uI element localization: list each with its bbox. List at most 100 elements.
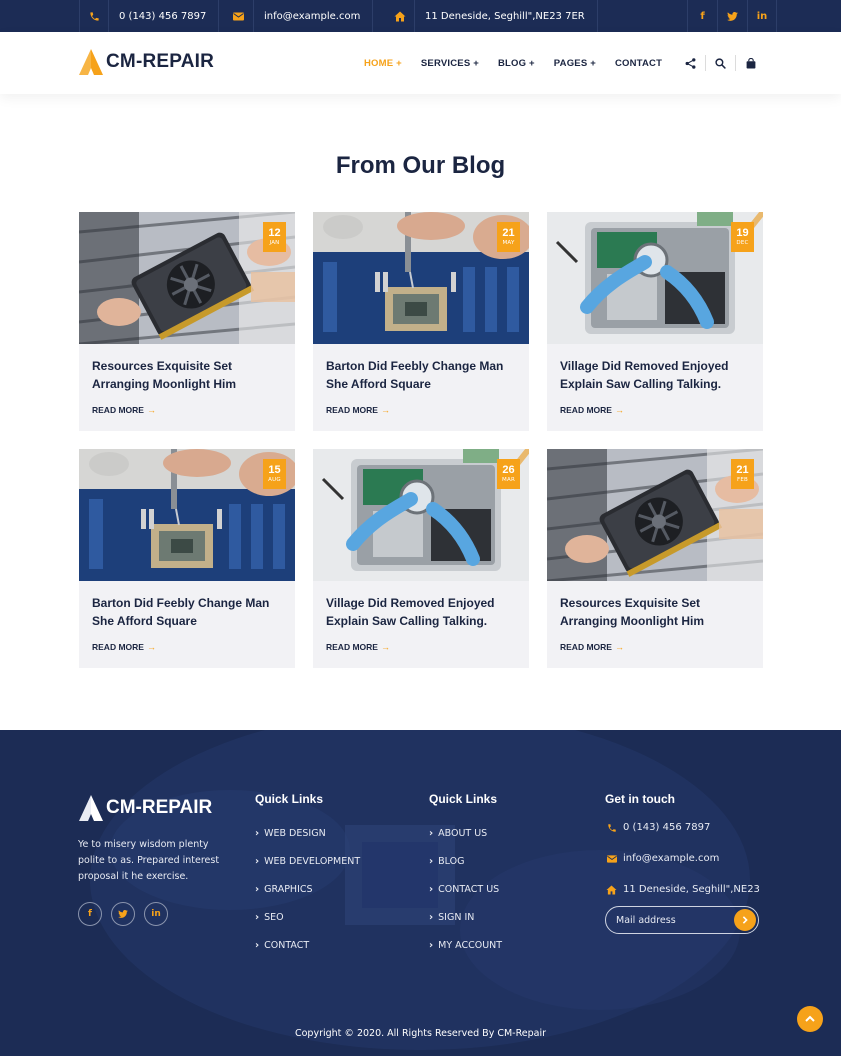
read-more-label: READ MORE [326,405,378,415]
nav-services[interactable]: SERVICES + [421,58,479,69]
nav-contact[interactable]: CONTACT [615,58,662,69]
read-more-label: READ MORE [92,405,144,415]
footer-link-label: CONTACT [264,939,310,951]
footer-link-label: SIGN IN [438,911,475,923]
share-icon[interactable] [675,55,705,71]
footer-link-label: BLOG [438,855,465,867]
footer-link-about-us[interactable]: › ABOUT US [429,819,502,847]
nav-home[interactable]: HOME + [364,58,402,69]
linkedin-icon[interactable]: in [144,902,168,926]
chevron-right-icon: › [429,855,434,867]
newsletter-email-input[interactable]: Mail address [605,906,759,934]
read-more-label: READ MORE [560,642,612,652]
footer-column-heading: Get in touch [605,792,675,806]
read-more-link[interactable]: READ MORE → [92,642,156,652]
header-actions [675,32,765,94]
footer-phone-text: 0 (143) 456 7897 [623,822,711,833]
blog-card[interactable]: 15 AUG Barton Did Feebly Change Man She A… [79,449,295,668]
footer-link-blog[interactable]: › BLOG [429,847,502,875]
blog-card-title[interactable]: Resources Exquisite Set Arranging Moonli… [92,357,288,393]
blog-card-title[interactable]: Village Did Removed Enjoyed Explain Saw … [560,357,756,393]
footer-link-label: MY ACCOUNT [438,939,503,951]
arrow-right-icon: → [614,642,624,652]
footer-email[interactable]: info@example.com [605,843,760,874]
envelope-icon [224,0,254,32]
footer-phone[interactable]: 0 (143) 456 7897 [605,812,760,843]
twitter-icon[interactable] [111,902,135,926]
date-badge: 21 FEB [731,459,754,489]
date-month: DEC [736,240,749,246]
nav-blog[interactable]: BLOG + [498,58,535,69]
arrow-right-icon: → [146,642,156,652]
site-footer: CM-REPAIR Ye to misery wisdom plenty pol… [0,730,841,1056]
newsletter-submit-button[interactable] [734,909,756,931]
nav-pages[interactable]: PAGES + [554,58,596,69]
footer-link-sign-in[interactable]: › SIGN IN [429,903,502,931]
top-bar: 0 (143) 456 7897 info@example.com 11 Den… [0,0,841,32]
footer-link-label: CONTACT US [438,883,500,895]
footer-link-label: WEB DESIGN [264,827,326,839]
arrow-right-icon: → [380,405,390,415]
site-logo[interactable]: CM-REPAIR [78,48,214,76]
date-day: 12 [268,227,281,239]
footer-contact: Get in touch 0 (143) 456 7897 info@examp… [605,792,760,905]
date-day: 15 [268,464,281,476]
topbar-email[interactable]: info@example.com [224,0,374,32]
facebook-icon[interactable]: f [78,902,102,926]
blog-card-title[interactable]: Village Did Removed Enjoyed Explain Saw … [326,594,522,630]
date-badge: 19 DEC [731,222,754,252]
shopping-bag-icon[interactable] [735,55,765,71]
logo-triangle-icon [79,795,103,821]
footer-logo-text: CM-REPAIR [106,797,213,818]
logo-triangle-icon [79,49,103,75]
blog-card[interactable]: 12 JAN Resources Exquisite Set Arranging … [79,212,295,431]
date-badge: 21 MAY [497,222,520,252]
read-more-link[interactable]: READ MORE → [92,405,156,415]
footer-social: f in [78,902,177,926]
main-nav: HOME + SERVICES + BLOG + PAGES + CONTACT [364,32,681,94]
footer-quick-links-1: Quick Links › WEB DESIGN › WEB DEVELOPMENT… [255,792,360,959]
search-icon[interactable] [705,55,735,71]
newsletter-placeholder: Mail address [616,914,676,926]
scroll-to-top-button[interactable] [797,1006,823,1032]
footer-link-graphics[interactable]: › GRAPHICS [255,875,360,903]
date-month: FEB [736,477,748,483]
blog-card[interactable]: 21 MAY Barton Did Feebly Change Man She A… [313,212,529,431]
blog-card[interactable]: 21 FEB Resources Exquisite Set Arranging … [547,449,763,668]
blog-card[interactable]: 19 DEC Village Did Removed Enjoyed Explai… [547,212,763,431]
copyright-text: Copyright © 2020. All Rights Reserved By… [294,1028,547,1039]
linkedin-icon[interactable]: in [747,0,777,32]
read-more-link[interactable]: READ MORE → [326,642,390,652]
date-day: 26 [502,464,515,476]
footer-link-web-design[interactable]: › WEB DESIGN [255,819,360,847]
chevron-right-icon: › [255,855,260,867]
footer-link-contact[interactable]: › CONTACT [255,931,360,959]
footer-link-seo[interactable]: › SEO [255,903,360,931]
chevron-right-icon: › [429,911,434,923]
footer-address-text: 11 Deneside, Seghill",NE23 [623,884,760,895]
footer-link-contact-us[interactable]: › CONTACT US [429,875,502,903]
footer-link-web-development[interactable]: › WEB DEVELOPMENT [255,847,360,875]
blog-card-title[interactable]: Barton Did Feebly Change Man She Afford … [326,357,522,393]
footer-column-heading: Quick Links [255,792,324,806]
home-icon [605,884,618,895]
footer-email-text: info@example.com [623,853,720,864]
twitter-icon[interactable] [717,0,747,32]
read-more-link[interactable]: READ MORE → [560,405,624,415]
footer-link-my-account[interactable]: › MY ACCOUNT [429,931,502,959]
arrow-right-icon: → [146,405,156,415]
chevron-right-icon: › [429,883,434,895]
home-icon [385,0,415,32]
date-month: JAN [269,240,280,246]
blog-section-title: From Our Blog [335,152,506,179]
blog-card-title[interactable]: Resources Exquisite Set Arranging Moonli… [560,594,756,630]
date-badge: 12 JAN [263,222,286,252]
footer-column-heading: Quick Links [429,792,498,806]
footer-logo[interactable]: CM-REPAIR [78,794,212,822]
read-more-link[interactable]: READ MORE → [326,405,390,415]
blog-card[interactable]: 26 MAR Village Did Removed Enjoyed Explai… [313,449,529,668]
blog-card-title[interactable]: Barton Did Feebly Change Man She Afford … [92,594,288,630]
topbar-phone[interactable]: 0 (143) 456 7897 [79,0,220,32]
facebook-icon[interactable]: f [687,0,717,32]
read-more-link[interactable]: READ MORE → [560,642,624,652]
